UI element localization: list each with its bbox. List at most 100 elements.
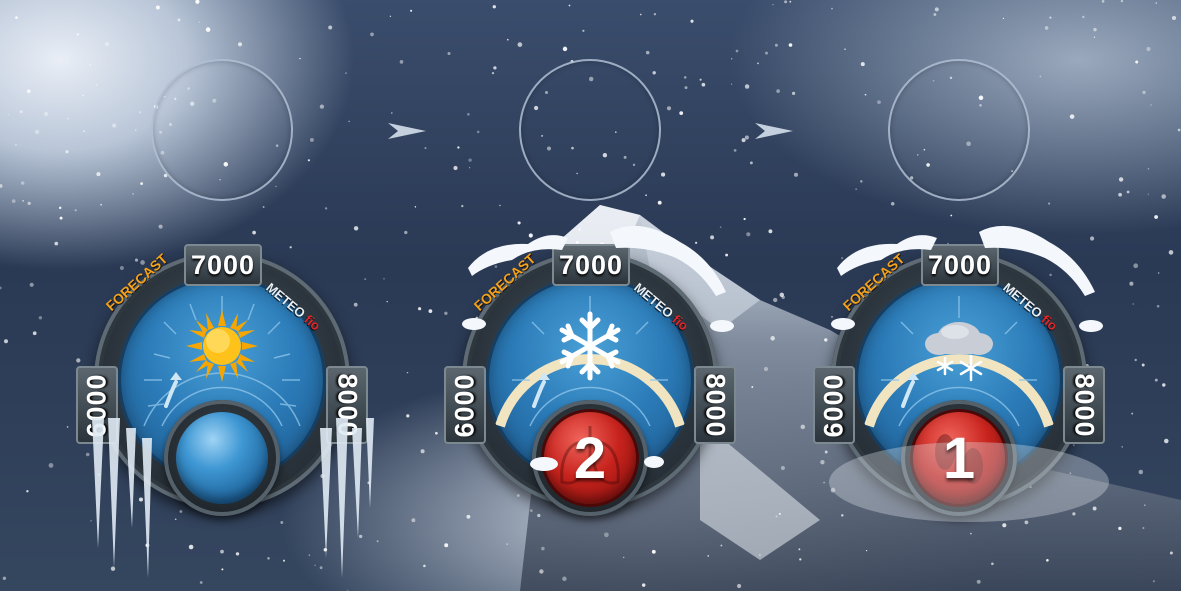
snowflake-particle	[865, 549, 868, 552]
altitude-left-plate: 6000	[76, 366, 118, 444]
target-ring-3[interactable]	[888, 59, 1030, 201]
snowflake-particle	[100, 203, 102, 206]
snowflake-particle	[134, 129, 137, 132]
snowflake-particle	[1134, 358, 1137, 362]
snowflake-particle	[1120, 0, 1124, 3]
snowflake-particle	[1162, 383, 1166, 387]
snowflake-particle	[507, 38, 509, 41]
snowflake-particle	[96, 172, 101, 177]
snowflake-particle	[1144, 504, 1146, 506]
snowflake-particle	[308, 554, 311, 557]
knob-number: 2	[573, 425, 607, 491]
snowflake-particle	[735, 49, 739, 53]
snowflake-particle	[324, 207, 328, 210]
snowflake-particle	[744, 135, 749, 140]
snowflake-particle	[457, 146, 460, 149]
snowflake-particle	[307, 159, 310, 162]
altitude-left-label: 6000	[81, 372, 112, 438]
snowflake-particle	[1118, 526, 1122, 531]
snowflake-particle	[831, 7, 833, 10]
snowflake-particle	[65, 150, 69, 154]
snowflake-particle	[1093, 27, 1097, 32]
snowflake-particle	[1147, 168, 1150, 170]
snowflake-particle	[562, 576, 567, 582]
snowflake-particle	[370, 32, 374, 37]
snowflake-particle	[27, 201, 31, 206]
snowflake-particle	[1154, 215, 1158, 219]
snowflake-particle	[749, 161, 753, 165]
snowflake-particle	[541, 546, 545, 551]
altitude-dial-2: 7000 6000 8000 FORECAST METEO fio 2	[440, 218, 740, 538]
snowflake-particle	[275, 185, 277, 188]
snowflake-particle	[1132, 303, 1134, 305]
snowflake-particle	[763, 366, 769, 372]
snowflake-particle	[1155, 2, 1157, 4]
snowflake-particle	[759, 554, 761, 556]
snowflake-particle	[651, 549, 656, 554]
snowflake-particle	[48, 463, 54, 468]
snowflake-particle	[19, 110, 23, 114]
snowflake-particle	[22, 200, 24, 202]
snowflake-particle	[1150, 104, 1152, 106]
snowflake-particle	[435, 431, 438, 435]
snowflake-particle	[428, 309, 433, 313]
snowflake-particle	[539, 569, 544, 574]
next-arrow-icon	[755, 123, 793, 139]
altitude-right-plate: 8000	[326, 366, 368, 444]
snowflake-particle	[221, 568, 224, 571]
snowflake-particle	[773, 297, 778, 303]
snowflake-particle	[492, 5, 496, 9]
snowflake-particle	[746, 232, 751, 237]
snowflake-particle	[765, 51, 768, 55]
snowflake-particle	[410, 9, 413, 12]
snowflake-particle	[468, 158, 472, 162]
snowflake-particle	[568, 4, 571, 7]
snowflake-particle	[59, 216, 63, 220]
altitude-right-plate: 8000	[694, 366, 736, 444]
snowflake-particle	[778, 512, 781, 515]
snowflake-particle	[461, 204, 464, 208]
snowflake-particle	[645, 194, 647, 197]
snowflake-particle	[491, 72, 495, 75]
snowflake-particle	[789, 0, 792, 3]
snowflake-particle	[155, 5, 160, 10]
snowflake-particle	[411, 518, 416, 523]
snowflake-particle	[54, 241, 59, 246]
snowflake-particle	[1131, 412, 1134, 415]
snowflake-particle	[386, 300, 388, 303]
snowflake-particle	[751, 386, 754, 388]
snowflake-particle	[707, 555, 710, 557]
snowflake-particle	[237, 42, 243, 47]
snowflake-particle	[776, 89, 780, 93]
snowflake-particle	[348, 120, 350, 123]
snowflake-particle	[319, 104, 325, 109]
footprints-knob[interactable]: 1	[913, 412, 1005, 504]
snowflake-particle	[447, 51, 451, 56]
altitude-top-plate: 7000	[184, 244, 262, 286]
snowflake-particle	[83, 130, 85, 132]
snowflake-particle	[420, 449, 425, 454]
snowflake-particle	[645, 50, 650, 55]
snowflake-particle	[1147, 193, 1149, 195]
snowflake-particle	[1156, 304, 1160, 308]
blank-knob[interactable]	[176, 412, 268, 504]
snowflake-particle	[720, 544, 723, 547]
snowflake-particle	[1069, 114, 1075, 119]
lungs-knob[interactable]: 2	[544, 412, 636, 504]
snowflake-particle	[679, 111, 684, 115]
snowflake-particle	[780, 466, 785, 470]
target-ring-1[interactable]	[151, 59, 293, 201]
snowflake-particle	[406, 414, 410, 418]
snowflake-particle	[453, 165, 458, 171]
target-ring-2[interactable]	[519, 59, 661, 201]
snowflake-particle	[1169, 551, 1173, 555]
snowflake-particle	[933, 13, 937, 16]
snowflake-particle	[799, 558, 802, 561]
snowflake-particle	[267, 557, 270, 560]
snowflake-particle	[1177, 128, 1181, 132]
snowflake-particle	[1118, 177, 1124, 182]
snowflake-particle	[95, 84, 98, 86]
snowflake-particle	[0, 184, 3, 188]
snowflake-particle	[112, 123, 117, 128]
snowflake-particle	[383, 277, 385, 280]
